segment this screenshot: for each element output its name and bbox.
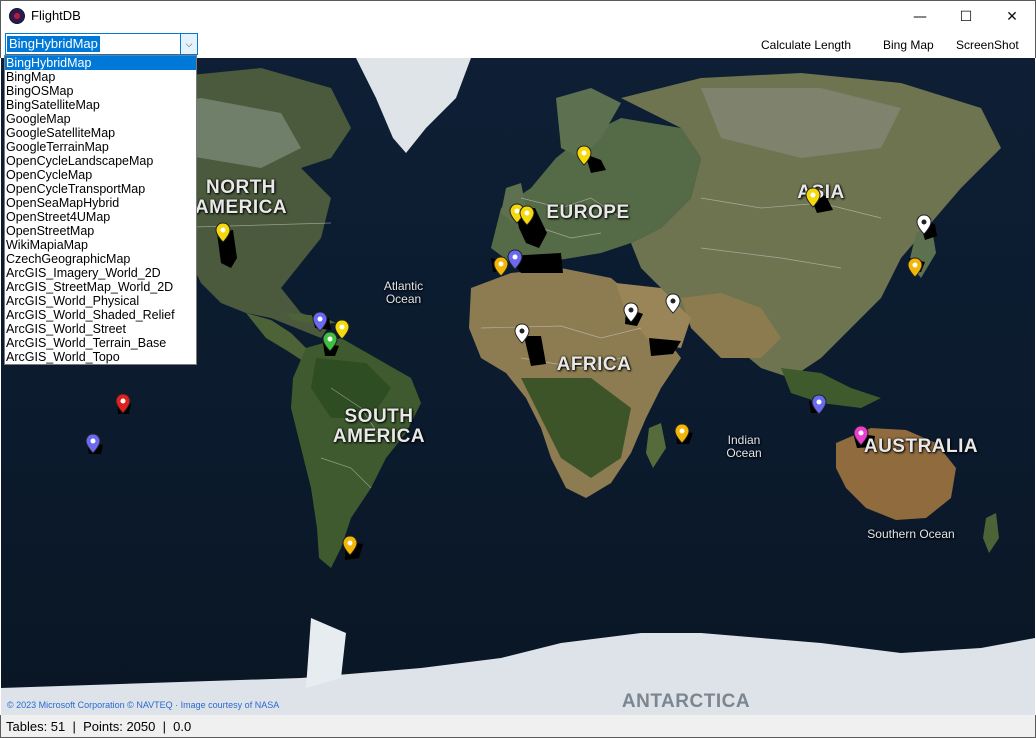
bing-map-button[interactable]: Bing Map [883,38,934,52]
label-antarctica: ANTARCTICA [621,691,751,712]
status-text: Tables: 51 | Points: 2050 | 0.0 [6,719,192,734]
map-marker-pin-icon[interactable] [673,423,691,445]
map-option[interactable]: BingOSMap [5,84,196,98]
map-option[interactable]: BingHybridMap [5,56,196,70]
map-type-dropdown-list[interactable]: BingHybridMap BingMap BingOSMap BingSate… [4,55,197,365]
label-australia: AUSTRALIA [863,436,979,457]
map-option[interactable]: OpenCycleTransportMap [5,182,196,196]
map-marker-pin-icon[interactable] [321,331,339,353]
window-title: FlightDB [31,8,81,23]
map-option[interactable]: ArcGIS_StreetMap_World_2D [5,280,196,294]
map-marker-pin-icon[interactable] [915,214,933,236]
map-marker-pin-icon[interactable] [506,249,524,271]
map-option[interactable]: OpenSeaMapHybrid [5,196,196,210]
map-marker-pin-icon[interactable] [518,205,536,227]
map-option[interactable]: GoogleSatelliteMap [5,126,196,140]
map-marker-pin-icon[interactable] [84,433,102,455]
map-option[interactable]: OpenStreetMap [5,224,196,238]
app-icon [9,8,25,24]
map-option[interactable]: ArcGIS_World_Topo [5,350,196,364]
label-indian-ocean: Indian Ocean [726,433,762,460]
maximize-button[interactable]: ☐ [943,1,989,32]
map-option[interactable]: GoogleTerrainMap [5,140,196,154]
map-marker-pin-icon[interactable] [341,535,359,557]
map-marker-pin-icon[interactable] [906,257,924,279]
label-europe: EUROPE [546,202,630,223]
map-option[interactable]: ArcGIS_World_Physical [5,294,196,308]
map-option[interactable]: ArcGIS_Imagery_World_2D [5,266,196,280]
map-option[interactable]: ArcGIS_World_Street [5,322,196,336]
map-option[interactable]: WikiMapiaMap [5,238,196,252]
label-africa: AFRICA [556,354,632,375]
map-marker-pin-icon[interactable] [114,393,132,415]
label-south-america: SOUTH AMERICA [332,406,426,447]
map-option[interactable]: BingMap [5,70,196,84]
map-marker-pin-icon[interactable] [852,425,870,447]
close-button[interactable]: ✕ [989,1,1035,32]
map-option[interactable]: CzechGeographicMap [5,252,196,266]
map-marker-pin-icon[interactable] [311,311,329,333]
map-option[interactable]: GoogleMap [5,112,196,126]
map-marker-pin-icon[interactable] [804,187,822,209]
map-option[interactable]: ArcGIS_World_Terrain_Base [5,336,196,350]
map-marker-pin-icon[interactable] [575,145,593,167]
map-option[interactable]: OpenCycleMap [5,168,196,182]
toolbar: BingHybridMap ⌵ Calculate Length Bing Ma… [0,31,1036,58]
map-marker-pin-icon[interactable] [810,394,828,416]
map-marker-pin-icon[interactable] [622,302,640,324]
chevron-down-icon[interactable]: ⌵ [180,34,197,54]
label-atlantic-ocean: Atlantic Ocean [383,279,424,306]
title-bar: FlightDB — ☐ ✕ [0,0,1036,31]
calculate-length-button[interactable]: Calculate Length [761,38,851,52]
map-option[interactable]: ArcGIS_World_Shaded_Relief [5,308,196,322]
map-option[interactable]: BingSatelliteMap [5,98,196,112]
status-bar: Tables: 51 | Points: 2050 | 0.0 [0,715,1036,738]
map-marker-pin-icon[interactable] [664,293,682,315]
map-attribution: © 2023 Microsoft Corporation © NAVTEQ · … [7,700,280,710]
map-type-selected-value: BingHybridMap [7,36,100,52]
map-marker-pin-icon[interactable] [513,323,531,345]
screenshot-button[interactable]: ScreenShot [956,38,1019,52]
map-type-combobox[interactable]: BingHybridMap ⌵ [5,33,198,55]
map-marker-pin-icon[interactable] [214,222,232,244]
minimize-button[interactable]: — [897,1,943,32]
label-southern-ocean: Southern Ocean [867,527,955,541]
map-option[interactable]: OpenStreet4UMap [5,210,196,224]
label-north-america: NORTH AMERICA [194,177,288,218]
map-option[interactable]: OpenCycleLandscapeMap [5,154,196,168]
